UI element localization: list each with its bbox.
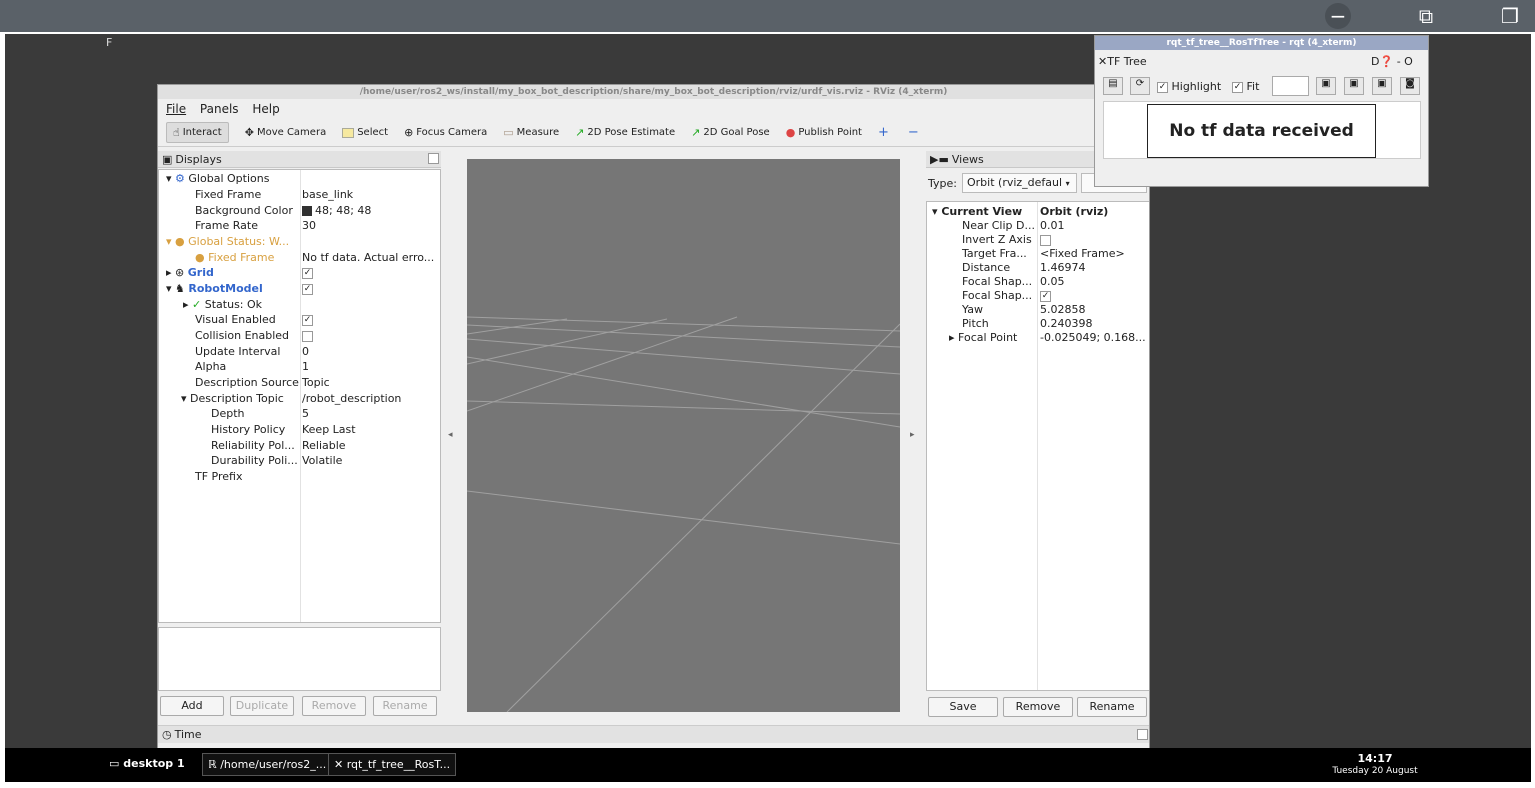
taskbar-rviz-item[interactable]: ℝ /home/user/ros2_...	[202, 753, 333, 776]
duplicate-button[interactable]: Duplicate	[230, 696, 294, 716]
fit-toggle[interactable]: ✓ Fit	[1232, 80, 1259, 93]
help-icon: ❓	[1379, 55, 1394, 68]
views-save-button[interactable]: Save	[928, 697, 998, 717]
minus-icon[interactable]: −	[1325, 3, 1351, 29]
external-link-icon[interactable]: ⧉	[1413, 3, 1439, 29]
tool-interact[interactable]: ☝ Interact	[166, 122, 229, 143]
collapse-right-icon[interactable]: ▸	[910, 430, 915, 440]
invert-z-checkbox[interactable]	[1040, 234, 1051, 246]
displays-tree[interactable]: ▾ ⚙ Global Options Fixed Frame base_link …	[158, 169, 441, 623]
warning-icon: ●	[195, 251, 205, 264]
displays-description-box	[158, 627, 441, 691]
tool-2d-pose-estimate[interactable]: ↗ 2D Pose Estimate	[575, 126, 675, 139]
rviz-icon: ℝ	[208, 758, 217, 771]
desktop-icon: ▭	[109, 757, 120, 770]
robot-icon: ♞	[175, 282, 185, 295]
remove-button[interactable]: Remove	[302, 696, 366, 716]
tf-tree-header: ✕TF Tree	[1098, 55, 1147, 68]
plus-icon: +	[877, 125, 889, 140]
crosshair-icon: ⊕	[404, 126, 414, 139]
save-image-icon[interactable]: ▣	[1372, 77, 1392, 95]
time-panel-header: ◷ Time	[158, 725, 1149, 743]
views-type-select[interactable]: Orbit (rviz_defaul ▾	[962, 173, 1077, 193]
views-remove-button[interactable]: Remove	[1003, 697, 1073, 717]
camera-icon: ▶▬	[930, 153, 949, 166]
save-dot-icon[interactable]: ▣	[1316, 77, 1336, 95]
tool-select[interactable]: Select	[342, 127, 388, 138]
tf-graph-area[interactable]: No tf data received	[1103, 101, 1421, 159]
tf-right-label[interactable]: D❓ - O	[1371, 55, 1413, 68]
displays-float-checkbox[interactable]	[428, 153, 439, 164]
taskbar-rqt-item[interactable]: ✕ rqt_tf_tree__RosT...	[328, 753, 457, 776]
save-svg-icon[interactable]: ▣	[1344, 77, 1364, 95]
grid-checkbox[interactable]: ✓	[302, 267, 313, 279]
tool-2d-goal-pose[interactable]: ↗ 2D Goal Pose	[691, 126, 770, 139]
grid-render	[467, 316, 900, 712]
warning-icon: ●	[175, 235, 185, 248]
minus-icon: −	[907, 125, 919, 140]
collision-enabled-checkbox[interactable]	[302, 330, 313, 342]
tool-measure[interactable]: ▭ Measure	[503, 126, 559, 139]
no-tf-message: No tf data received	[1147, 104, 1376, 158]
visual-enabled-checkbox[interactable]: ✓	[302, 314, 313, 326]
green-arrow-icon: ↗	[575, 126, 585, 139]
time-float-checkbox[interactable]	[1137, 729, 1148, 740]
views-tree[interactable]: ▾ Current View Orbit (rviz) Near Clip D..…	[926, 201, 1149, 691]
views-rename-button[interactable]: Rename	[1077, 697, 1147, 717]
menu-panels[interactable]: Panels	[200, 102, 239, 116]
select-box-icon	[342, 127, 355, 138]
highlight-toggle[interactable]: ✓ Highlight	[1157, 80, 1221, 93]
add-tool-button[interactable]: +	[878, 125, 892, 140]
robotmodel-checkbox[interactable]: ✓	[302, 283, 313, 295]
add-button[interactable]: Add	[160, 696, 224, 716]
collapse-left-icon[interactable]: ◂	[448, 430, 453, 440]
tool-focus-camera[interactable]: ⊕ Focus Camera	[404, 126, 487, 139]
taskbar: ▭ desktop 1 ℝ /home/user/ros2_... ✕ rqt_…	[5, 748, 1531, 782]
tools-icon: ✕	[1098, 55, 1108, 68]
ruler-icon: ▭	[503, 126, 514, 139]
rviz-window[interactable]: /home/user/ros2_ws/install/my_box_bot_de…	[157, 84, 1150, 752]
restore-window-icon[interactable]: ❐	[1497, 3, 1523, 29]
rviz-menubar: File Panels Help	[158, 99, 1149, 119]
desktop-switcher[interactable]: ▭ desktop 1	[109, 757, 185, 770]
load-icon[interactable]: ▤	[1103, 77, 1123, 95]
green-arrow-icon: ↗	[691, 126, 701, 139]
tf-tree-window[interactable]: rqt_tf_tree__RosTfTree - rqt (4_xterm) ✕…	[1094, 35, 1429, 187]
rviz-toolbar: ☝ Interact ✥ Move Camera Select ⊕ Focus Cam…	[158, 119, 1149, 147]
tool-publish-point[interactable]: ● Publish Point	[786, 126, 862, 139]
clock-time: 14:17	[1357, 752, 1393, 765]
tf-title[interactable]: rqt_tf_tree__RosTfTree - rqt (4_xterm)	[1095, 36, 1428, 50]
hand-icon: ☝	[173, 126, 180, 139]
screenshot-icon[interactable]: ◙	[1400, 77, 1420, 95]
menu-help[interactable]: Help	[252, 102, 279, 116]
rename-button[interactable]: Rename	[373, 696, 437, 716]
views-type-label: Type:	[928, 177, 957, 190]
top-bar: − ⧉ ❐	[0, 0, 1535, 32]
color-swatch	[302, 206, 312, 216]
tf-scale-input[interactable]	[1272, 76, 1309, 96]
refresh-icon[interactable]: ⟳	[1130, 77, 1150, 95]
3d-viewport[interactable]	[467, 159, 900, 712]
tools-icon: ✕	[334, 758, 344, 771]
clock-date: Tuesday 20 August	[1332, 766, 1418, 776]
displays-panel: ▣ Displays ▾ ⚙ Global Options Fixed Frame…	[158, 151, 441, 751]
rviz-title[interactable]: /home/user/ros2_ws/install/my_box_bot_de…	[158, 85, 1149, 99]
menu-file[interactable]: File	[166, 102, 186, 116]
remove-tool-button[interactable]: −	[908, 125, 922, 140]
map-pin-icon: ●	[785, 126, 796, 139]
views-panel: ▶▬ Views Type: Orbit (rviz_defaul ▾ ▾ Cur…	[926, 151, 1149, 751]
move-icon: ✥	[244, 126, 254, 139]
tool-move-camera[interactable]: ✥ Move Camera	[245, 126, 326, 139]
check-icon: ✓	[192, 298, 202, 311]
grid-icon: ⊛	[175, 266, 185, 279]
chevron-down-icon: ▾	[1065, 179, 1070, 188]
clock-icon: ◷	[162, 728, 172, 741]
focal-shape-checkbox[interactable]: ✓	[1040, 290, 1051, 302]
monitor-icon: ▣	[162, 153, 173, 166]
desktop-glyph: F	[106, 36, 113, 49]
displays-header: ▣ Displays	[158, 151, 441, 168]
